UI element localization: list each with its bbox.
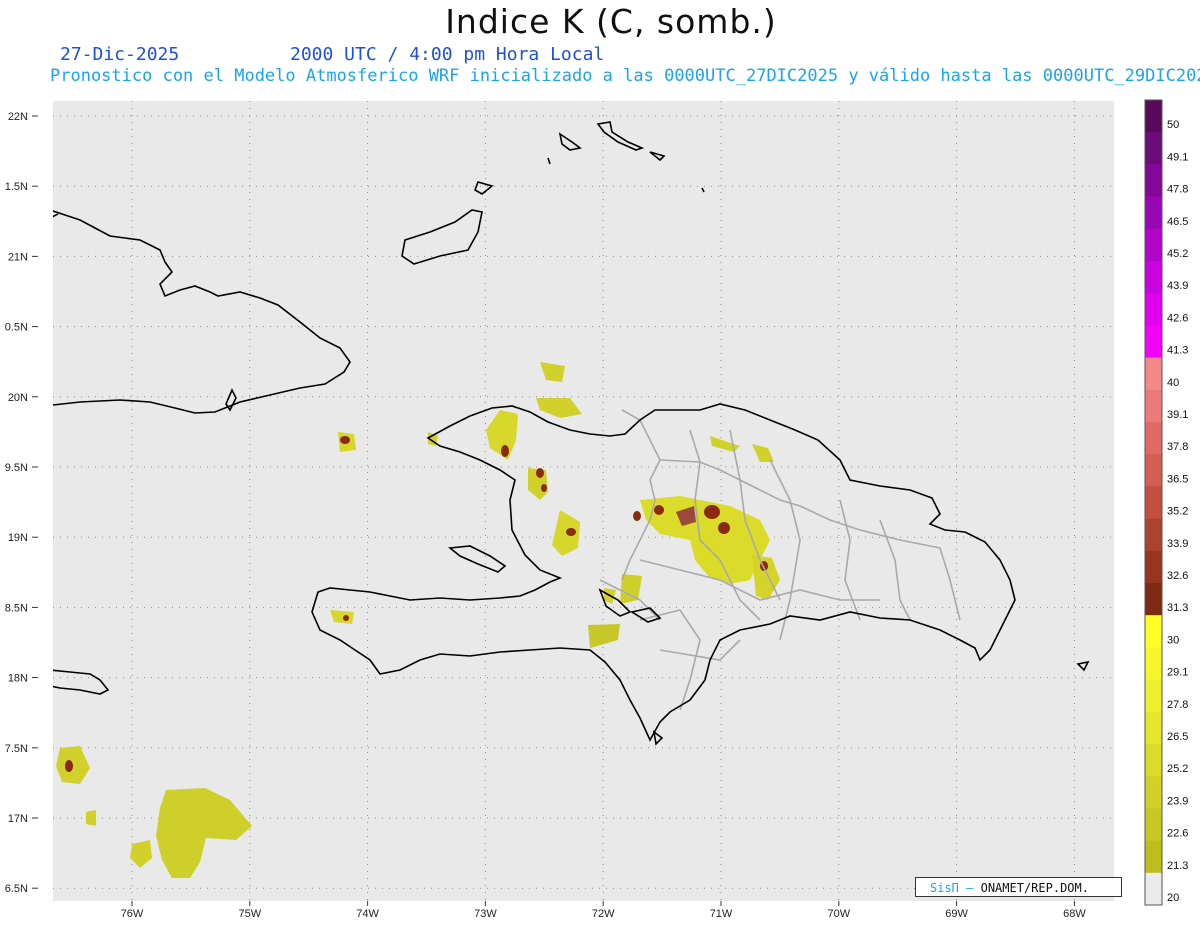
- colorbar-label: 20: [1167, 892, 1179, 904]
- colorbar-segment: [1145, 228, 1162, 262]
- colorbar-segment: [1145, 196, 1162, 230]
- lat-label: 17N: [8, 813, 28, 825]
- colorbar-label: 21.3: [1167, 860, 1188, 872]
- colorbar-segment: [1145, 261, 1162, 294]
- colorbar-segment: [1145, 293, 1162, 326]
- lon-label: 73W: [474, 908, 497, 920]
- colorbar-label: 29.1: [1167, 667, 1188, 679]
- lon-label: 74W: [356, 908, 379, 920]
- colorbar-labels: 50 49.1 47.8 46.5 45.2 43.9 42.6 41.3 40 39.1 37.8…: [1167, 119, 1188, 904]
- colorbar-segment: [1145, 100, 1162, 133]
- colorbar-segment: [1145, 647, 1162, 681]
- lat-label: 9.5N: [5, 462, 28, 474]
- lat-label: 6.5N: [5, 883, 28, 895]
- colorbar-segment: [1145, 744, 1162, 777]
- colorbar-segment: [1145, 325, 1162, 359]
- colorbar-segment: [1145, 583, 1162, 616]
- colorbar-segment: [1145, 486, 1162, 520]
- colorbar-label: 23.9: [1167, 795, 1188, 807]
- colorbar-label: 45.2: [1167, 248, 1188, 260]
- colorbar-label: 32.6: [1167, 570, 1188, 582]
- colorbar-label: 46.5: [1167, 216, 1188, 228]
- latitude-labels: 22N 1.5N 21N 0.5N 20N 9.5N 19N 8.5N 18N 7.5N 17N 6.…: [5, 111, 38, 895]
- colorbar-segment: [1145, 132, 1162, 165]
- colorbar-label: 41.3: [1167, 345, 1188, 357]
- colorbar-label: 47.8: [1167, 184, 1188, 196]
- colorbar-label: 42.6: [1167, 312, 1188, 324]
- lon-label: 76W: [121, 908, 144, 920]
- colorbar-segment: [1145, 776, 1162, 809]
- colorbar-label: 36.5: [1167, 473, 1188, 485]
- colorbar-label: 50: [1167, 119, 1179, 131]
- lon-label: 72W: [592, 908, 615, 920]
- colorbar-segment: [1145, 808, 1162, 842]
- colorbar-label: 37.8: [1167, 441, 1188, 453]
- onamet-text: ONAMET/REP.DOM.: [980, 881, 1089, 895]
- colorbar-label: 43.9: [1167, 280, 1188, 292]
- colorbar-segment: [1145, 357, 1162, 391]
- colorbar-segment: [1145, 422, 1162, 455]
- colorbar-segment: [1145, 550, 1162, 584]
- sis-logo-text: SisΠ –: [930, 881, 974, 895]
- lon-label: 70W: [827, 908, 850, 920]
- colorbar-segment: [1145, 872, 1162, 906]
- colorbar-segment: [1145, 840, 1162, 874]
- colorbar-label: 27.8: [1167, 699, 1188, 711]
- lon-label: 68W: [1063, 908, 1086, 920]
- colorbar-label: 25.2: [1167, 763, 1188, 775]
- colorbar-segment: [1145, 711, 1162, 745]
- longitude-labels: 76W 75W 74W 73W 72W 71W 70W 69W 68W: [121, 901, 1086, 920]
- colorbar-label: 22.6: [1167, 828, 1188, 840]
- lat-label: 19N: [8, 532, 28, 544]
- lat-label: 21N: [8, 251, 28, 263]
- colorbar-label: 35.2: [1167, 506, 1188, 518]
- map-area: [53, 101, 1114, 901]
- colorbar-label: 39.1: [1167, 409, 1188, 421]
- lon-label: 75W: [238, 908, 261, 920]
- colorbar-segment: [1145, 454, 1162, 487]
- lat-label: 22N: [8, 111, 28, 123]
- lat-label: 8.5N: [5, 602, 28, 614]
- colorbar-label: 40: [1167, 377, 1179, 389]
- colorbar-label: 30: [1167, 634, 1179, 646]
- lat-label: 18N: [8, 673, 28, 685]
- colorbar-segment: [1145, 615, 1162, 648]
- colorbar: [1144, 99, 1163, 906]
- colorbar-label: 33.9: [1167, 538, 1188, 550]
- lon-label: 71W: [710, 908, 733, 920]
- credit-box: SisΠ – ONAMET/REP.DOM.: [915, 877, 1122, 897]
- colorbar-segment: [1145, 389, 1162, 423]
- colorbar-segment: [1145, 164, 1162, 198]
- map-canvas: 22N 1.5N 21N 0.5N 20N 9.5N 19N 8.5N 18N 7.5N 17N 6.…: [5, 99, 1188, 920]
- colorbar-label: 31.3: [1167, 602, 1188, 614]
- colorbar-segment: [1145, 679, 1162, 713]
- lon-label: 69W: [945, 908, 968, 920]
- colorbar-label: 49.1: [1167, 151, 1188, 163]
- lat-label: 7.5N: [5, 743, 28, 755]
- lat-label: 20N: [8, 392, 28, 404]
- lat-label: 1.5N: [5, 181, 28, 193]
- colorbar-label: 26.5: [1167, 731, 1188, 743]
- colorbar-segment: [1145, 518, 1162, 552]
- lat-label: 0.5N: [5, 322, 28, 334]
